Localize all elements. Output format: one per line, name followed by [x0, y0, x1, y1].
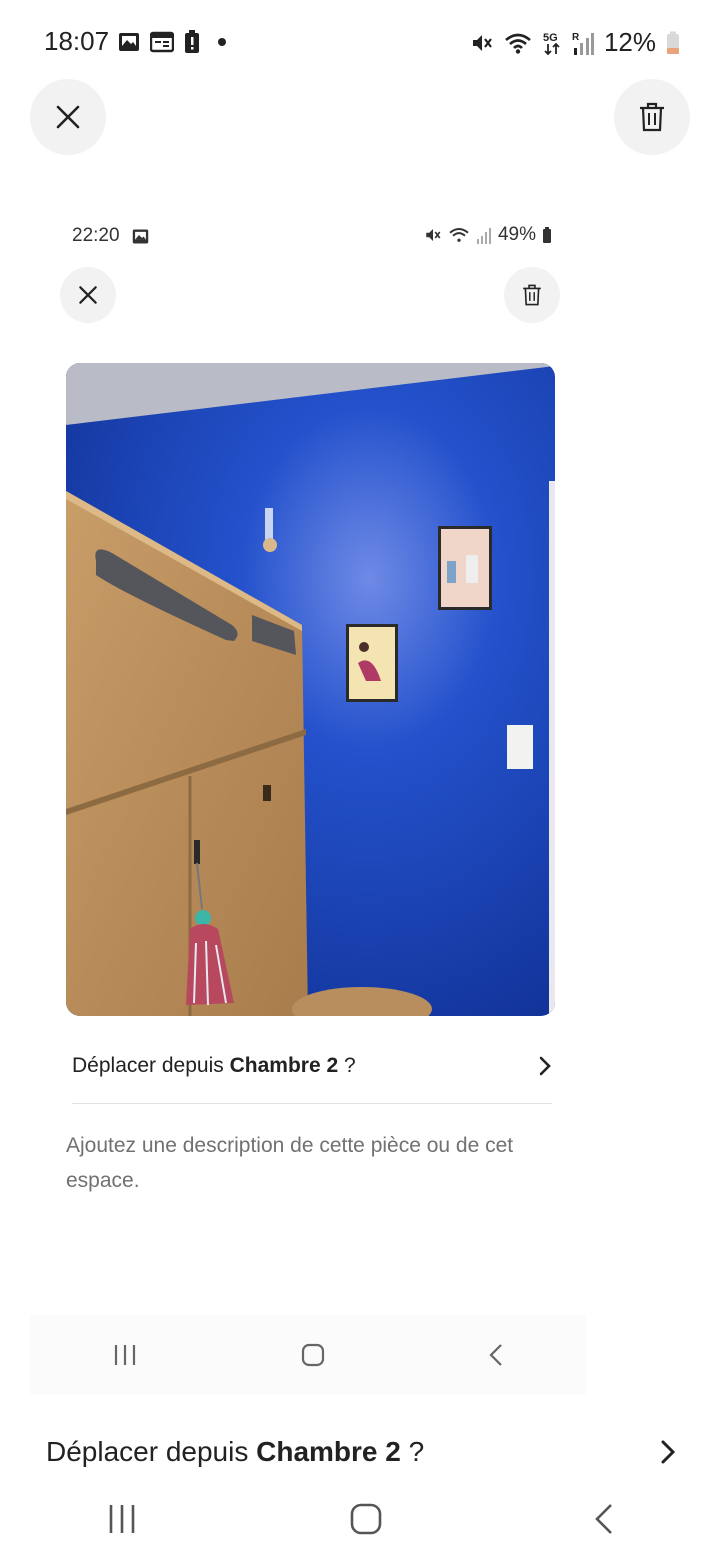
- move-room-link[interactable]: Déplacer depuis Chambre 2 ?: [72, 1048, 552, 1084]
- image-icon: [119, 33, 139, 51]
- home-icon[interactable]: [301, 1343, 325, 1367]
- home-icon[interactable]: [350, 1503, 382, 1535]
- battery-icon: [667, 31, 679, 54]
- wifi-icon: [449, 228, 469, 242]
- back-icon[interactable]: [594, 1503, 614, 1535]
- inner-status-icons: 49%: [424, 224, 552, 246]
- inner-nav-bar: [30, 1315, 586, 1395]
- svg-text:5G: 5G: [543, 32, 558, 44]
- footer-move-room-text: Déplacer depuis Chambre 2 ?: [46, 1436, 425, 1467]
- divider: [72, 1103, 552, 1104]
- battery-icon: [543, 227, 551, 243]
- description-field[interactable]: Ajoutez une description de cette pièce o…: [66, 1128, 556, 1198]
- recent-apps-icon[interactable]: [112, 1343, 138, 1367]
- battery-alert-icon: [185, 30, 199, 53]
- signal-icon: R: [572, 32, 594, 55]
- mute-icon: [426, 229, 441, 241]
- inner-delete-button[interactable]: [504, 267, 560, 323]
- room-photo-illustration: [66, 363, 555, 1016]
- mute-icon: [472, 34, 492, 51]
- move-room-text: Déplacer depuis Chambre 2 ?: [72, 1054, 356, 1077]
- chevron-right-icon: [539, 1056, 551, 1076]
- back-icon[interactable]: [488, 1343, 504, 1367]
- close-icon: [56, 105, 80, 129]
- delete-button[interactable]: [614, 79, 690, 155]
- inner-status-time: 22:20: [72, 225, 120, 246]
- dot-icon: [218, 38, 226, 46]
- trash-icon: [640, 102, 664, 132]
- calendar-icon: [150, 31, 174, 53]
- status-battery: 12%: [603, 27, 656, 57]
- image-icon: [132, 229, 149, 244]
- system-nav-bar: [0, 1478, 720, 1560]
- room-photo[interactable]: [66, 363, 555, 1016]
- status-icons-left: [118, 30, 230, 54]
- status-icons-right: 5G R 12%: [470, 27, 680, 58]
- status-time: 18:07: [44, 26, 110, 56]
- chevron-right-icon: [661, 1440, 676, 1464]
- trash-icon: [523, 284, 541, 306]
- inner-close-button[interactable]: [60, 267, 116, 323]
- footer-move-room-link[interactable]: Déplacer depuis Chambre 2 ?: [46, 1430, 676, 1474]
- recent-apps-icon[interactable]: [106, 1503, 138, 1535]
- close-icon: [79, 286, 97, 304]
- inner-status-battery: 49%: [497, 224, 536, 245]
- 5g-icon: 5G: [543, 32, 560, 55]
- svg-text:R: R: [572, 32, 580, 43]
- close-button[interactable]: [30, 79, 106, 155]
- wifi-icon: [505, 33, 531, 54]
- signal-icon: [476, 228, 491, 244]
- status-bar: 18:07 5G R 12%: [0, 0, 720, 80]
- embedded-screenshot: 22:20 49% Déplacer depuis Chambre 2 ? Aj…: [30, 200, 586, 1395]
